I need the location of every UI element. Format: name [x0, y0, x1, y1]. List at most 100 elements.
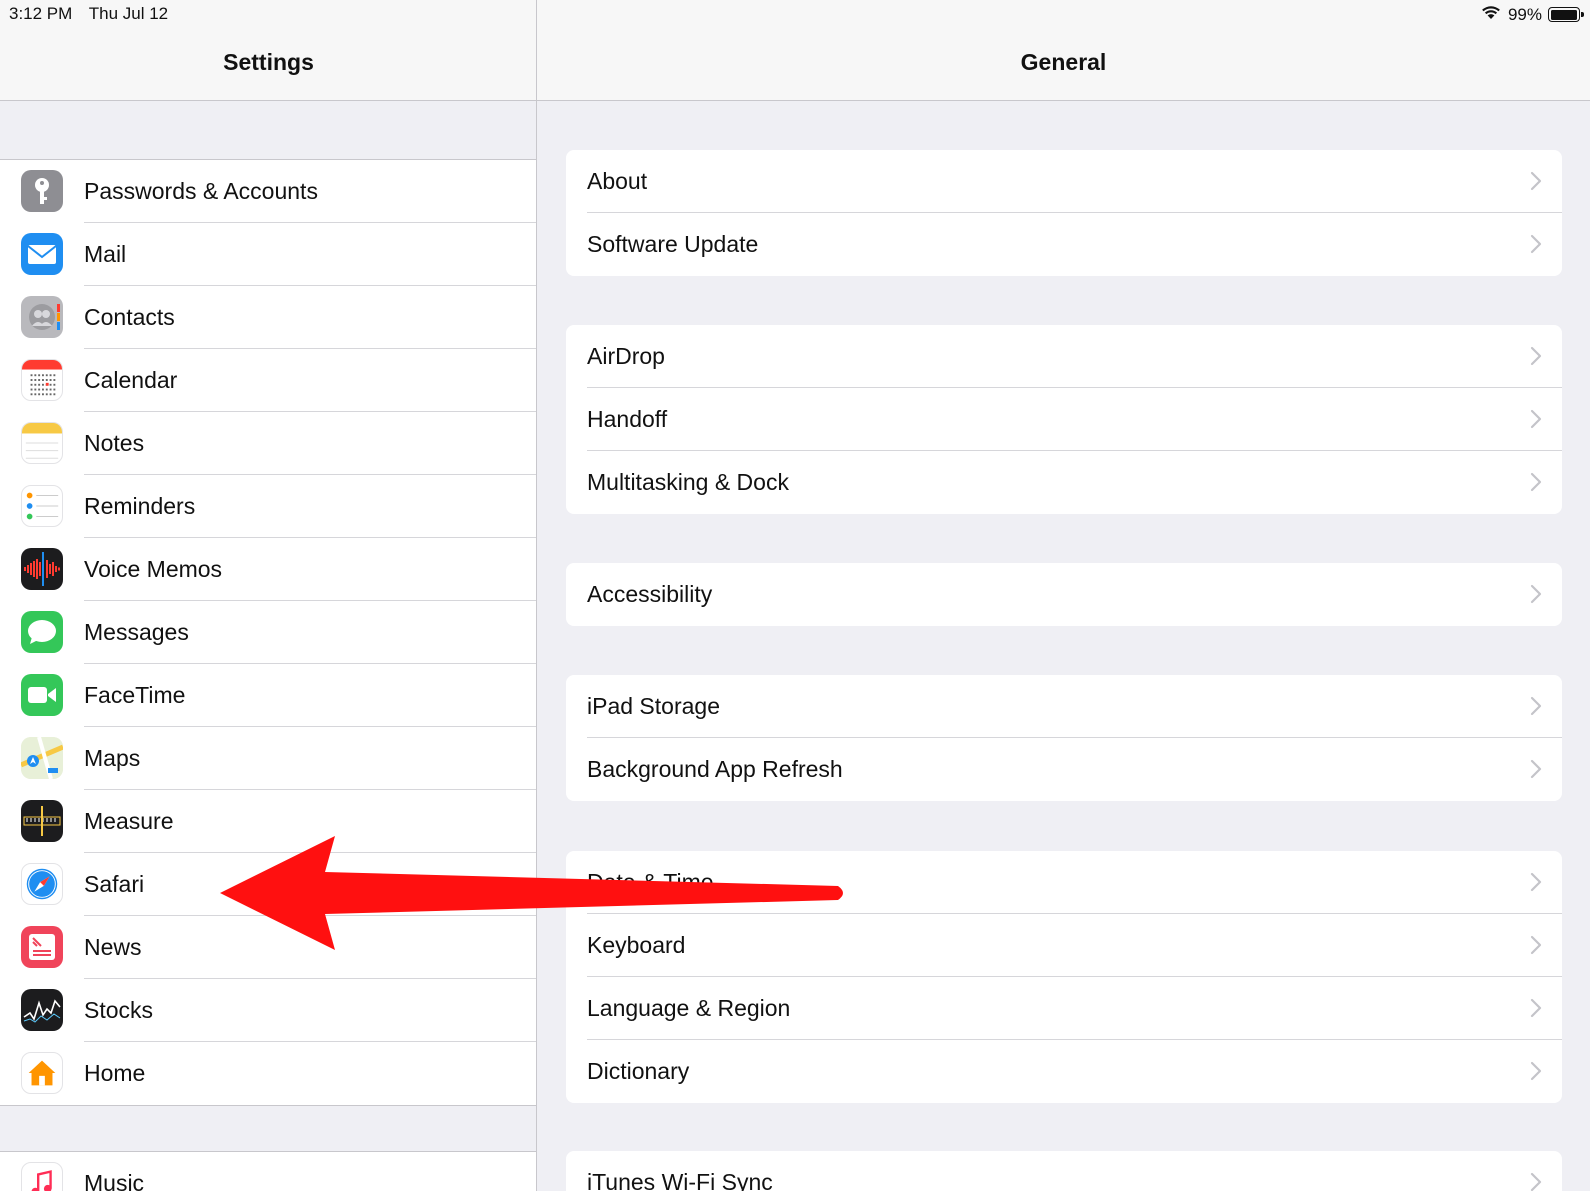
chevron-right-icon: [1530, 170, 1542, 192]
page-title: Settings: [223, 49, 314, 75]
sidebar-item-safari[interactable]: Safari: [0, 853, 536, 916]
sidebar-item-measure[interactable]: Measure: [0, 790, 536, 853]
voice-memos-icon: [21, 548, 63, 590]
sidebar-item-news[interactable]: News: [0, 916, 536, 979]
row-multitasking-dock[interactable]: Multitasking & Dock: [566, 451, 1562, 514]
sidebar-item-label: Reminders: [84, 493, 196, 519]
home-icon: [21, 1052, 63, 1094]
row-software-update[interactable]: Software Update: [566, 213, 1562, 276]
sidebar-item-music[interactable]: Music: [0, 1152, 536, 1191]
chevron-right-icon: [1530, 758, 1542, 780]
row-label: iTunes Wi-Fi Sync: [587, 1169, 773, 1191]
chevron-right-icon: [1530, 934, 1542, 956]
settings-list: Passwords & Accounts Mail Contacts Calendar…: [0, 159, 536, 1106]
battery-icon: [1548, 7, 1584, 22]
settings-group: Date & Time Keyboard Language & Region Dict…: [566, 851, 1562, 1103]
sidebar-item-label: Messages: [84, 619, 189, 645]
row-itunes-wi-fi-sync[interactable]: iTunes Wi-Fi Sync: [566, 1151, 1562, 1191]
sidebar-item-passwords-accounts[interactable]: Passwords & Accounts: [0, 160, 536, 223]
sidebar-item-label: Notes: [84, 430, 145, 456]
sidebar-item-stocks[interactable]: Stocks: [0, 979, 536, 1042]
reminders-icon: [21, 485, 63, 527]
sidebar-item-label: Voice Memos: [84, 556, 223, 582]
general-detail: General About Software Update AirDrop Hando…: [537, 0, 1590, 1191]
messages-icon: [21, 611, 63, 653]
sidebar-item-label: Contacts: [84, 304, 175, 330]
mail-icon: [21, 233, 63, 275]
chevron-right-icon: [1530, 871, 1542, 893]
sidebar-item-label: News: [84, 934, 142, 960]
row-label: Software Update: [587, 231, 759, 257]
sidebar-item-label: Music: [84, 1170, 145, 1191]
settings-group: iTunes Wi-Fi Sync: [566, 1151, 1562, 1191]
chevron-right-icon: [1530, 695, 1542, 717]
row-language-region[interactable]: Language & Region: [566, 977, 1562, 1040]
row-label: Language & Region: [587, 995, 791, 1021]
settings-group: About Software Update: [566, 150, 1562, 276]
row-label: AirDrop: [587, 343, 665, 369]
row-keyboard[interactable]: Keyboard: [566, 914, 1562, 977]
sidebar-item-voice-memos[interactable]: Voice Memos: [0, 538, 536, 601]
stocks-icon: [21, 989, 63, 1031]
status-left: 3:12 PM Thu Jul 12: [9, 4, 180, 24]
settings-group: AirDrop Handoff Multitasking & Dock: [566, 325, 1562, 514]
chevron-right-icon: [1530, 1171, 1542, 1191]
row-label: Handoff: [587, 406, 668, 432]
battery-percent: 99%: [1507, 4, 1542, 24]
sidebar-item-calendar[interactable]: Calendar: [0, 349, 536, 412]
sidebar-item-label: Home: [84, 1060, 146, 1086]
sidebar-item-label: Calendar: [84, 367, 178, 393]
row-label: Dictionary: [587, 1058, 690, 1084]
sidebar-item-label: Maps: [84, 745, 141, 771]
sidebar-item-maps[interactable]: Maps: [0, 727, 536, 790]
sidebar-item-label: FaceTime: [84, 682, 186, 708]
sidebar-item-label: Measure: [84, 808, 174, 834]
row-accessibility[interactable]: Accessibility: [566, 563, 1562, 626]
row-airdrop[interactable]: AirDrop: [566, 325, 1562, 388]
status-date: Thu Jul 12: [88, 4, 169, 23]
battery-fill: [1550, 9, 1578, 20]
chevron-right-icon: [1530, 997, 1542, 1019]
status-bar: 3:12 PM Thu Jul 12 99%: [0, 0, 1590, 28]
row-ipad-storage[interactable]: iPad Storage: [566, 675, 1562, 738]
row-date-time[interactable]: Date & Time: [566, 851, 1562, 914]
notes-icon: [21, 422, 63, 464]
settings-list-2: Music: [0, 1151, 536, 1191]
chevron-right-icon: [1530, 233, 1542, 255]
chevron-right-icon: [1530, 471, 1542, 493]
row-dictionary[interactable]: Dictionary: [566, 1040, 1562, 1103]
sidebar-item-notes[interactable]: Notes: [0, 412, 536, 475]
sidebar-item-mail[interactable]: Mail: [0, 223, 536, 286]
status-time: 3:12 PM: [9, 4, 73, 23]
sidebar-item-label: Mail: [84, 241, 127, 267]
sidebar-item-home[interactable]: Home: [0, 1042, 536, 1105]
row-about[interactable]: About: [566, 150, 1562, 213]
row-label: About: [587, 168, 648, 194]
settings-group: Accessibility: [566, 563, 1562, 626]
maps-icon: [21, 737, 63, 779]
sidebar-item-reminders[interactable]: Reminders: [0, 475, 536, 538]
settings-group: iPad Storage Background App Refresh: [566, 675, 1562, 801]
chevron-right-icon: [1530, 583, 1542, 605]
settings-sidebar: Settings Passwords & Accounts Mail Contact…: [0, 0, 537, 1191]
row-label: Keyboard: [587, 932, 686, 958]
sidebar-item-label: Safari: [84, 871, 145, 897]
sidebar-item-contacts[interactable]: Contacts: [0, 286, 536, 349]
sidebar-item-label: Passwords & Accounts: [84, 178, 318, 204]
status-right: 99%: [1480, 4, 1584, 25]
row-handoff[interactable]: Handoff: [566, 388, 1562, 451]
chevron-right-icon: [1530, 345, 1542, 367]
row-label: Multitasking & Dock: [587, 469, 789, 495]
sidebar-item-facetime[interactable]: FaceTime: [0, 664, 536, 727]
contacts-icon: [21, 296, 63, 338]
sidebar-item-label: Stocks: [84, 997, 154, 1023]
detail-title: General: [1020, 49, 1107, 75]
facetime-icon: [21, 674, 63, 716]
sidebar-item-messages[interactable]: Messages: [0, 601, 536, 664]
row-background-app-refresh[interactable]: Background App Refresh: [566, 738, 1562, 801]
wifi-icon: [1480, 4, 1502, 25]
key-icon: [21, 170, 63, 212]
music-icon: [21, 1162, 63, 1191]
calendar-icon: [21, 359, 63, 401]
safari-icon: [21, 863, 63, 905]
